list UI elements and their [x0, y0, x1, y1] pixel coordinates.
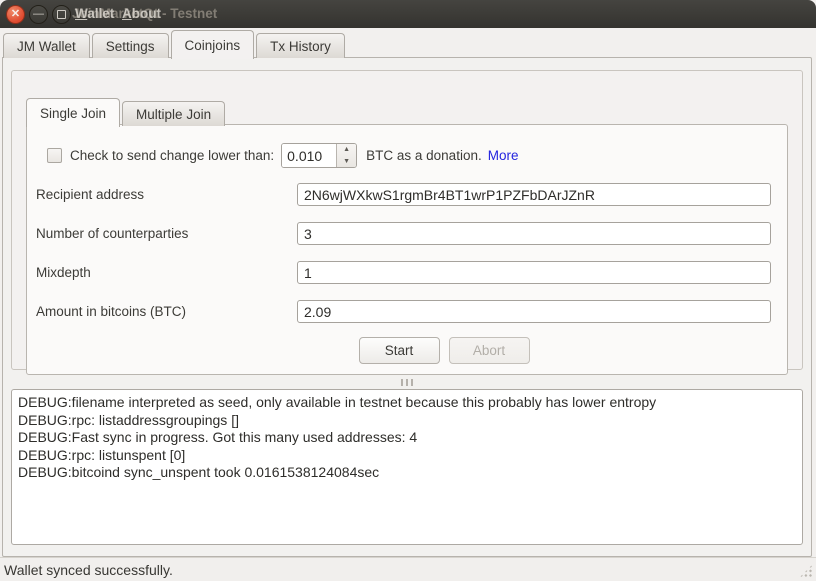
abort-button[interactable]: Abort — [449, 337, 530, 364]
more-link[interactable]: More — [488, 148, 519, 163]
counterparties-label: Number of counterparties — [36, 226, 297, 241]
log-line: DEBUG:bitcoind sync_unspent took 0.01615… — [18, 464, 796, 482]
recipient-address-input[interactable] — [297, 183, 771, 206]
app-window: ✕ — JoinMarketQt - Testnet Wallet About … — [0, 0, 816, 581]
minimize-button[interactable]: — — [29, 5, 48, 24]
form-row-mixdepth: Mixdepth — [27, 253, 787, 292]
menu-about[interactable]: About — [122, 6, 161, 21]
tab-multiple-join[interactable]: Multiple Join — [122, 101, 225, 126]
tab-coinjoins[interactable]: Coinjoins — [171, 30, 255, 59]
single-join-panel: Check to send change lower than: ▲ ▼ BTC… — [26, 124, 788, 375]
mixdepth-input[interactable] — [297, 261, 771, 284]
form-row-amount: Amount in bitcoins (BTC) — [27, 292, 787, 331]
log-line: DEBUG:filename interpreted as seed, only… — [18, 394, 796, 412]
form-row-recipient: Recipient address — [27, 175, 787, 214]
resize-grip-icon[interactable] — [799, 564, 813, 578]
tab-tx-history[interactable]: Tx History — [256, 33, 345, 58]
titlebar[interactable]: ✕ — JoinMarketQt - Testnet Wallet About — [0, 0, 816, 28]
spinner-buttons: ▲ ▼ — [336, 144, 356, 167]
spinner-up-icon[interactable]: ▲ — [337, 144, 356, 156]
donation-suffix-label: BTC as a donation. — [366, 148, 482, 163]
action-button-row: Start Abort — [27, 331, 787, 370]
debug-log[interactable]: DEBUG:filename interpreted as seed, only… — [11, 389, 803, 545]
maximize-icon — [57, 10, 66, 19]
status-message: Wallet synced successfully. — [4, 562, 173, 578]
recipient-address-label: Recipient address — [36, 187, 297, 202]
tab-single-join[interactable]: Single Join — [26, 98, 120, 127]
log-line: DEBUG:Fast sync in progress. Got this ma… — [18, 429, 796, 447]
close-button[interactable]: ✕ — [6, 5, 25, 24]
amount-label: Amount in bitcoins (BTC) — [36, 304, 297, 319]
donation-row: Check to send change lower than: ▲ ▼ BTC… — [27, 136, 787, 175]
maximize-button[interactable] — [52, 5, 71, 24]
splitter-handle[interactable] — [3, 376, 811, 388]
donation-checkbox[interactable] — [47, 148, 62, 163]
donation-amount-input[interactable] — [282, 144, 336, 167]
coinjoin-groupbox: Single Join Multiple Join Check to send … — [11, 70, 803, 370]
coinjoin-tabbar: Single Join Multiple Join — [26, 96, 227, 126]
donation-amount-spinbox[interactable]: ▲ ▼ — [281, 143, 357, 168]
spinner-down-icon[interactable]: ▼ — [337, 156, 356, 168]
log-line: DEBUG:rpc: listunspent [0] — [18, 447, 796, 465]
amount-input[interactable] — [297, 300, 771, 323]
start-button[interactable]: Start — [359, 337, 440, 364]
tab-jm-wallet[interactable]: JM Wallet — [3, 33, 90, 58]
mixdepth-label: Mixdepth — [36, 265, 297, 280]
coinjoins-panel: Single Join Multiple Join Check to send … — [2, 57, 812, 557]
log-line: DEBUG:rpc: listaddressgroupings [] — [18, 412, 796, 430]
donation-checkbox-label: Check to send change lower than: — [70, 148, 274, 163]
form-row-counterparties: Number of counterparties — [27, 214, 787, 253]
menu-wallet[interactable]: Wallet — [75, 6, 114, 21]
tab-settings[interactable]: Settings — [92, 33, 169, 58]
statusbar: Wallet synced successfully. — [0, 557, 816, 581]
counterparties-input[interactable] — [297, 222, 771, 245]
main-tabbar: JM Wallet Settings Coinjoins Tx History — [3, 28, 347, 58]
